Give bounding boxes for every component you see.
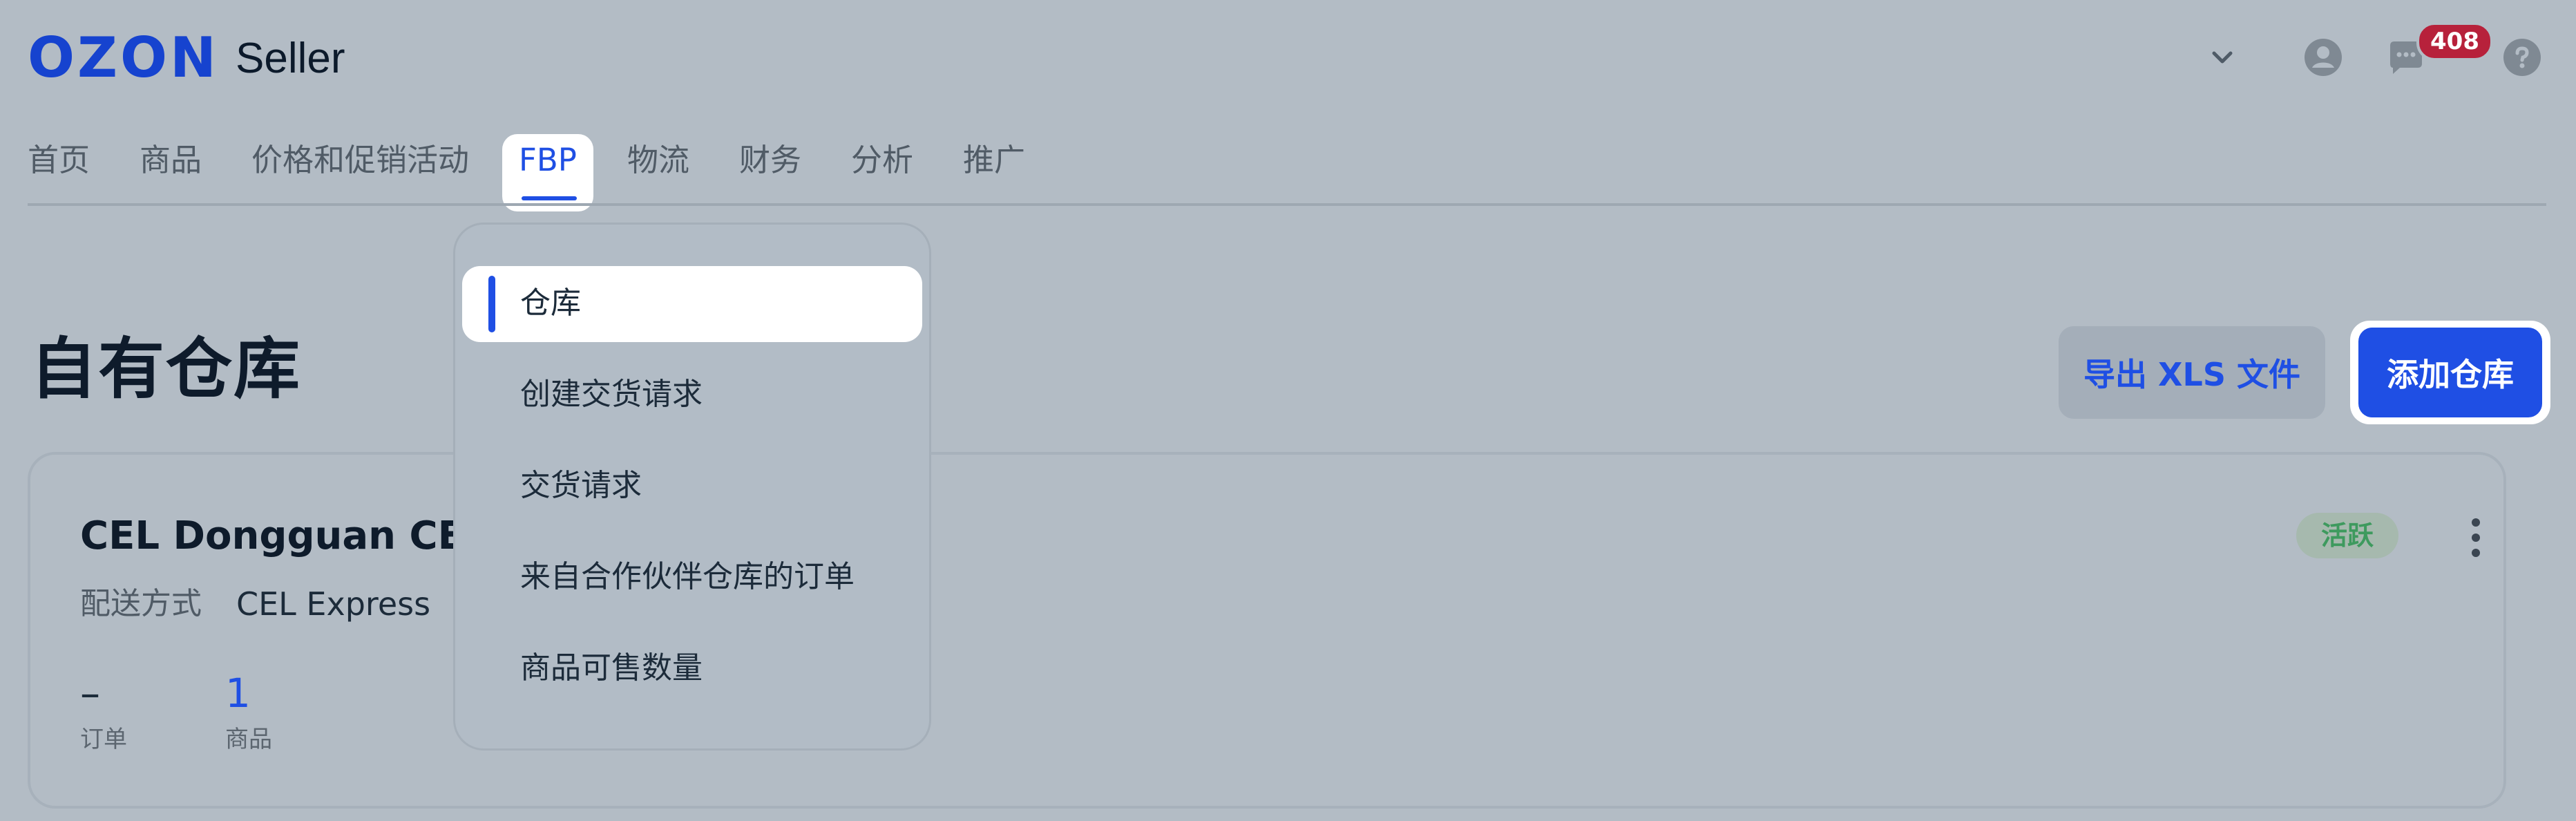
menu-item-label: 仓库 bbox=[520, 285, 581, 321]
export-xls-button[interactable]: 导出 XLS 文件 bbox=[2059, 326, 2325, 419]
nav-item-logistics[interactable]: 物流 bbox=[627, 138, 689, 182]
notification-count-badge: 408 bbox=[2416, 22, 2493, 61]
nav-divider bbox=[28, 203, 2546, 206]
nav-item-analytics[interactable]: 分析 bbox=[851, 138, 913, 182]
menu-item-partner-warehouse-orders[interactable]: 来自合作伙伴仓库的订单 bbox=[455, 540, 929, 616]
chevron-down-icon[interactable] bbox=[2201, 36, 2244, 79]
nav-item-fbp[interactable]: FBP bbox=[502, 134, 593, 211]
fbp-dropdown-menu: 仓库 创建交货请求 交货请求 来自合作伙伴仓库的订单 商品可售数量 bbox=[453, 223, 931, 751]
nav-item-promotion[interactable]: 推广 bbox=[963, 138, 1025, 182]
orders-label: 订单 bbox=[80, 726, 127, 753]
nav-active-underline bbox=[522, 196, 577, 200]
menu-item-warehouse[interactable]: 仓库 bbox=[462, 266, 922, 342]
user-avatar-icon[interactable] bbox=[2302, 36, 2345, 79]
active-indicator bbox=[488, 276, 495, 332]
ozon-seller-logo[interactable]: OZON Seller bbox=[28, 30, 345, 86]
nav-item-home[interactable]: 首页 bbox=[28, 138, 90, 182]
menu-item-supply-requests[interactable]: 交货请求 bbox=[455, 449, 929, 525]
orders-count: – bbox=[80, 670, 100, 717]
delivery-method-label: 配送方式 bbox=[80, 586, 202, 621]
help-icon[interactable] bbox=[2501, 36, 2544, 79]
more-options-icon[interactable] bbox=[2462, 513, 2490, 563]
add-warehouse-button[interactable]: 添加仓库 bbox=[2358, 328, 2542, 417]
menu-item-create-supply-request[interactable]: 创建交货请求 bbox=[455, 357, 929, 433]
warehouse-card[interactable]: CEL Dongguan CEL 2 配送方式 CEL Express – 订单… bbox=[28, 452, 2506, 809]
nav-item-pricing-promotions[interactable]: 价格和促销活动 bbox=[251, 138, 469, 182]
main-nav: 首页 商品 价格和促销活动 FBP 物流 财务 分析 推广 bbox=[0, 134, 2576, 211]
page-title: 自有仓库 bbox=[30, 330, 301, 408]
logo-ozon-text: OZON bbox=[28, 26, 219, 90]
delivery-method-value: CEL Express bbox=[236, 585, 431, 623]
nav-item-products[interactable]: 商品 bbox=[140, 138, 202, 182]
products-label: 商品 bbox=[225, 726, 272, 753]
menu-item-label: 交货请求 bbox=[520, 468, 642, 503]
menu-item-label: 来自合作伙伴仓库的订单 bbox=[520, 559, 855, 594]
status-badge: 活跃 bbox=[2296, 513, 2399, 558]
menu-item-available-stock[interactable]: 商品可售数量 bbox=[455, 631, 929, 707]
nav-item-fbp-label: FBP bbox=[519, 142, 577, 178]
products-count-link[interactable]: 1 bbox=[225, 669, 251, 717]
add-warehouse-highlight: 添加仓库 bbox=[2350, 321, 2550, 424]
menu-item-label: 商品可售数量 bbox=[520, 650, 703, 686]
menu-item-label: 创建交货请求 bbox=[520, 377, 703, 412]
nav-item-finance[interactable]: 财务 bbox=[739, 138, 801, 182]
logo-seller-text: Seller bbox=[235, 35, 345, 82]
